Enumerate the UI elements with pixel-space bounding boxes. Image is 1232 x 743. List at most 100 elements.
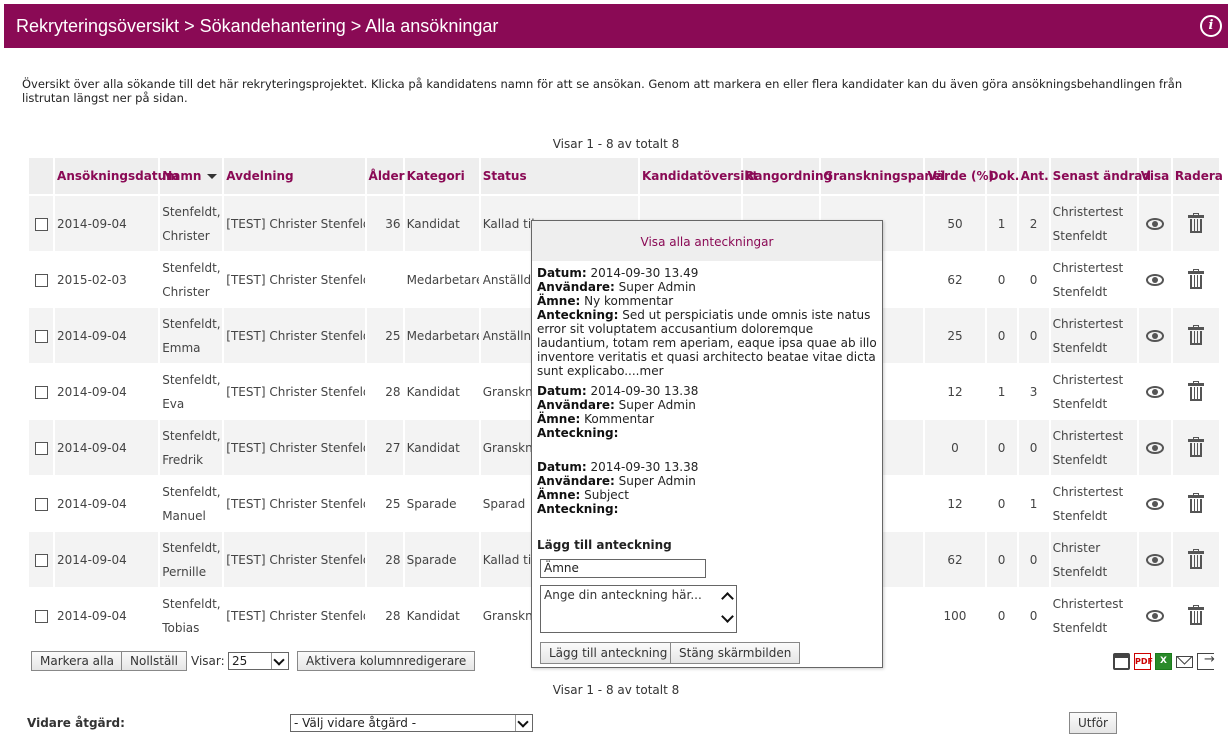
col-last-modified[interactable]: Senast ändrad — [1050, 158, 1151, 196]
cell-notes[interactable]: 0 — [1018, 588, 1049, 644]
eye-icon[interactable] — [1145, 610, 1164, 622]
name-last[interactable]: Stenfeldt, — [162, 424, 220, 448]
col-documents[interactable]: Dok. — [986, 158, 1019, 196]
eye-icon[interactable] — [1145, 330, 1164, 342]
cell-notes[interactable]: 0 — [1018, 420, 1049, 476]
row-checkbox[interactable] — [34, 441, 48, 455]
pdf-icon[interactable]: PDF — [1134, 653, 1153, 670]
name-first[interactable]: Fredrik — [162, 448, 220, 472]
breadcrumb-item[interactable]: Rekryteringsöversikt — [16, 16, 179, 36]
name-first[interactable]: Emma — [162, 336, 220, 360]
col-notes[interactable]: Ant. — [1018, 158, 1049, 196]
export-icon[interactable] — [1197, 652, 1215, 670]
name-first[interactable]: Manuel — [162, 504, 220, 528]
reset-button[interactable]: Nollställ — [121, 651, 187, 671]
print-icon[interactable] — [1113, 653, 1130, 670]
eye-icon[interactable] — [1145, 498, 1164, 510]
mail-icon[interactable] — [1176, 656, 1193, 668]
name-last[interactable]: Stenfeldt, — [162, 256, 220, 280]
cell-notes[interactable]: 0 — [1018, 308, 1049, 364]
trash-icon[interactable] — [1187, 325, 1204, 345]
page-size-select[interactable]: 25 — [228, 652, 289, 670]
cell-documents[interactable]: 0 — [986, 252, 1017, 308]
cell-notes[interactable]: 0 — [1018, 532, 1049, 588]
cell-notes[interactable]: 0 — [1018, 252, 1049, 308]
col-application-date[interactable]: Ansökningsdatum — [55, 158, 179, 196]
row-checkbox[interactable] — [34, 609, 48, 623]
col-value[interactable]: Värde (%) — [925, 158, 994, 196]
note-textarea[interactable]: Ange din anteckning här... — [540, 585, 737, 633]
cell-documents[interactable]: 0 — [986, 420, 1017, 476]
cell-name[interactable]: Stenfeldt, Pernille — [160, 532, 223, 588]
name-first[interactable]: Christer — [162, 224, 220, 248]
cell-name[interactable]: Stenfeldt, Christer — [160, 252, 223, 308]
column-editor-button[interactable]: Aktivera kolumnredigerare — [297, 651, 476, 671]
info-icon[interactable]: i — [1200, 15, 1222, 37]
cell-notes[interactable]: 1 — [1018, 476, 1049, 532]
breadcrumb-item[interactable]: Sökandehantering — [200, 16, 346, 36]
col-department[interactable]: Avdelning — [224, 158, 365, 196]
name-first[interactable]: Eva — [162, 392, 220, 416]
eye-icon[interactable] — [1145, 274, 1164, 286]
trash-icon[interactable] — [1187, 549, 1204, 569]
row-checkbox[interactable] — [34, 497, 48, 511]
cell-name[interactable]: Stenfeldt, Emma — [160, 308, 223, 364]
trash-icon[interactable] — [1187, 493, 1204, 513]
name-first[interactable]: Tobias — [162, 616, 220, 640]
scroll-down-icon[interactable] — [721, 610, 734, 623]
row-checkbox-cell — [29, 364, 54, 420]
name-first[interactable]: Christer — [162, 280, 220, 304]
showing-count-bottom: Visar 1 - 8 av totalt 8 — [552, 683, 680, 697]
eye-icon[interactable] — [1145, 218, 1164, 230]
name-last[interactable]: Stenfeldt, — [162, 592, 220, 616]
row-checkbox[interactable] — [34, 217, 48, 231]
col-ranking[interactable]: Rangordning — [743, 158, 832, 196]
cell-notes[interactable]: 2 — [1018, 196, 1049, 252]
trash-icon[interactable] — [1187, 213, 1204, 233]
name-last[interactable]: Stenfeldt, — [162, 368, 220, 392]
cell-documents[interactable]: 0 — [986, 308, 1017, 364]
add-note-button[interactable]: Lägg till anteckning — [540, 642, 677, 664]
cell-documents[interactable]: 1 — [986, 364, 1017, 420]
name-first[interactable]: Pernille — [162, 560, 220, 584]
cell-documents[interactable]: 1 — [986, 196, 1017, 252]
row-checkbox[interactable] — [34, 553, 48, 567]
execute-button[interactable]: Utför — [1069, 712, 1117, 734]
cell-name[interactable]: Stenfeldt, Christer — [160, 196, 223, 252]
cell-notes[interactable]: 3 — [1018, 364, 1049, 420]
further-action-select[interactable]: - Välj vidare åtgärd - — [290, 714, 533, 732]
cell-documents[interactable]: 0 — [986, 476, 1017, 532]
row-checkbox[interactable] — [34, 273, 48, 287]
select-all-button[interactable]: Markera alla — [31, 651, 124, 671]
note-subject-input[interactable]: Ämne — [540, 559, 706, 578]
row-checkbox[interactable] — [34, 329, 48, 343]
col-category[interactable]: Kategori — [404, 158, 479, 196]
eye-icon[interactable] — [1145, 386, 1164, 398]
cell-name[interactable]: Stenfeldt, Fredrik — [160, 420, 223, 476]
excel-icon[interactable]: X — [1155, 653, 1172, 670]
col-age[interactable]: Ålder — [366, 158, 405, 196]
close-popup-button[interactable]: Stäng skärmbilden — [670, 642, 801, 664]
scroll-up-icon[interactable] — [721, 592, 734, 605]
eye-icon[interactable] — [1145, 442, 1164, 454]
trash-icon[interactable] — [1187, 269, 1204, 289]
row-checkbox[interactable] — [34, 385, 48, 399]
name-last[interactable]: Stenfeldt, — [162, 312, 220, 336]
name-last[interactable]: Stenfeldt, — [162, 480, 220, 504]
name-last[interactable]: Stenfeldt, — [162, 200, 220, 224]
cell-name[interactable]: Stenfeldt, Manuel — [160, 476, 223, 532]
eye-icon[interactable] — [1145, 554, 1164, 566]
col-review-panel[interactable]: Granskningspanel — [821, 158, 945, 196]
cell-documents[interactable]: 0 — [986, 532, 1017, 588]
cell-name[interactable]: Stenfeldt, Tobias — [160, 588, 223, 644]
name-last[interactable]: Stenfeldt, — [162, 536, 220, 560]
note-user: Super Admin — [618, 398, 696, 412]
cell-documents[interactable]: 0 — [986, 588, 1017, 644]
col-name[interactable]: Namn — [160, 158, 223, 196]
trash-icon[interactable] — [1187, 381, 1204, 401]
col-candidate-overview[interactable]: Kandidatöversikt — [639, 158, 758, 196]
trash-icon[interactable] — [1187, 437, 1204, 457]
trash-icon[interactable] — [1187, 605, 1204, 625]
cell-name[interactable]: Stenfeldt, Eva — [160, 364, 223, 420]
col-status[interactable]: Status — [480, 158, 638, 196]
